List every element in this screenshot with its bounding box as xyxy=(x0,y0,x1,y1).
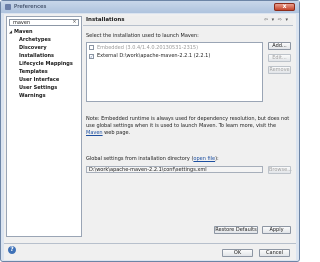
browse-button[interactable]: Browse... xyxy=(268,166,292,174)
tree-item-user-interface[interactable]: User Interface xyxy=(19,77,59,83)
global-settings-label: Global settings from installation direct… xyxy=(86,156,219,162)
clear-filter-icon[interactable]: × xyxy=(72,20,77,25)
tree-item-templates[interactable]: Templates xyxy=(19,69,48,75)
maven-link[interactable]: Maven xyxy=(86,130,103,136)
filter-input[interactable]: maven × xyxy=(9,19,79,26)
footer-divider xyxy=(4,243,296,244)
preference-tree-panel: maven × ◢ Maven Archetypes Discovery Inst… xyxy=(6,16,82,237)
page-header: Installations ⇦ ▾ ⇨ ▾ xyxy=(83,16,293,25)
global-settings-path-field[interactable]: D:\work\apache-maven-2.2.1\conf\settings… xyxy=(86,166,263,173)
installation-row-embedded[interactable]: Embedded (3.0.4/1.4.0.20130531-2315) xyxy=(89,45,198,51)
installation-checkbox[interactable] xyxy=(89,45,94,50)
window-title: Preferences xyxy=(14,4,47,10)
remove-button[interactable]: Remove xyxy=(268,66,291,74)
installation-row-external[interactable]: ✓ External D:\work\apache-maven-2.2.1 (2.… xyxy=(89,53,210,59)
page-navigation-icons[interactable]: ⇦ ▾ ⇨ ▾ xyxy=(264,17,289,23)
header-divider xyxy=(83,25,293,26)
title-bar[interactable]: Preferences x xyxy=(1,1,299,13)
page-title: Installations xyxy=(86,17,125,23)
tree-item-user-settings[interactable]: User Settings xyxy=(19,85,57,91)
dialog-client: maven × ◢ Maven Archetypes Discovery Inst… xyxy=(4,14,296,260)
installations-list[interactable]: Embedded (3.0.4/1.4.0.20130531-2315) ✓ Ex… xyxy=(86,42,263,102)
preferences-window: Preferences x maven × ◢ Maven Archetypes … xyxy=(0,0,300,262)
installation-checkbox-checked[interactable]: ✓ xyxy=(89,54,94,59)
embedded-runtime-note: Note: Embedded runtime is always used fo… xyxy=(86,116,290,136)
tree-item-warnings[interactable]: Warnings xyxy=(19,93,46,99)
tree-item-maven[interactable]: ◢ Maven xyxy=(9,29,33,35)
app-icon xyxy=(5,4,11,10)
tree-item-lifecycle-mappings[interactable]: Lifecycle Mappings xyxy=(19,61,73,67)
apply-button[interactable]: Apply xyxy=(262,226,291,234)
restore-defaults-button[interactable]: Restore Defaults xyxy=(214,226,258,234)
edit-button[interactable]: Edit... xyxy=(268,54,291,62)
open-file-link[interactable]: open file xyxy=(193,156,215,162)
tree-item-archetypes[interactable]: Archetypes xyxy=(19,37,51,43)
add-button[interactable]: Add... xyxy=(268,42,291,50)
help-icon[interactable]: ? xyxy=(8,246,16,254)
close-button[interactable]: x xyxy=(274,3,295,11)
installations-page: Installations ⇦ ▾ ⇨ ▾ Select the install… xyxy=(83,16,293,237)
select-installation-label: Select the installation used to launch M… xyxy=(86,33,199,39)
tree-item-discovery[interactable]: Discovery xyxy=(19,45,47,51)
ok-button[interactable]: OK xyxy=(222,249,253,257)
cancel-button[interactable]: Cancel xyxy=(259,249,290,257)
tree-item-installations[interactable]: Installations xyxy=(19,53,54,59)
filter-input-value[interactable]: maven xyxy=(13,20,30,26)
